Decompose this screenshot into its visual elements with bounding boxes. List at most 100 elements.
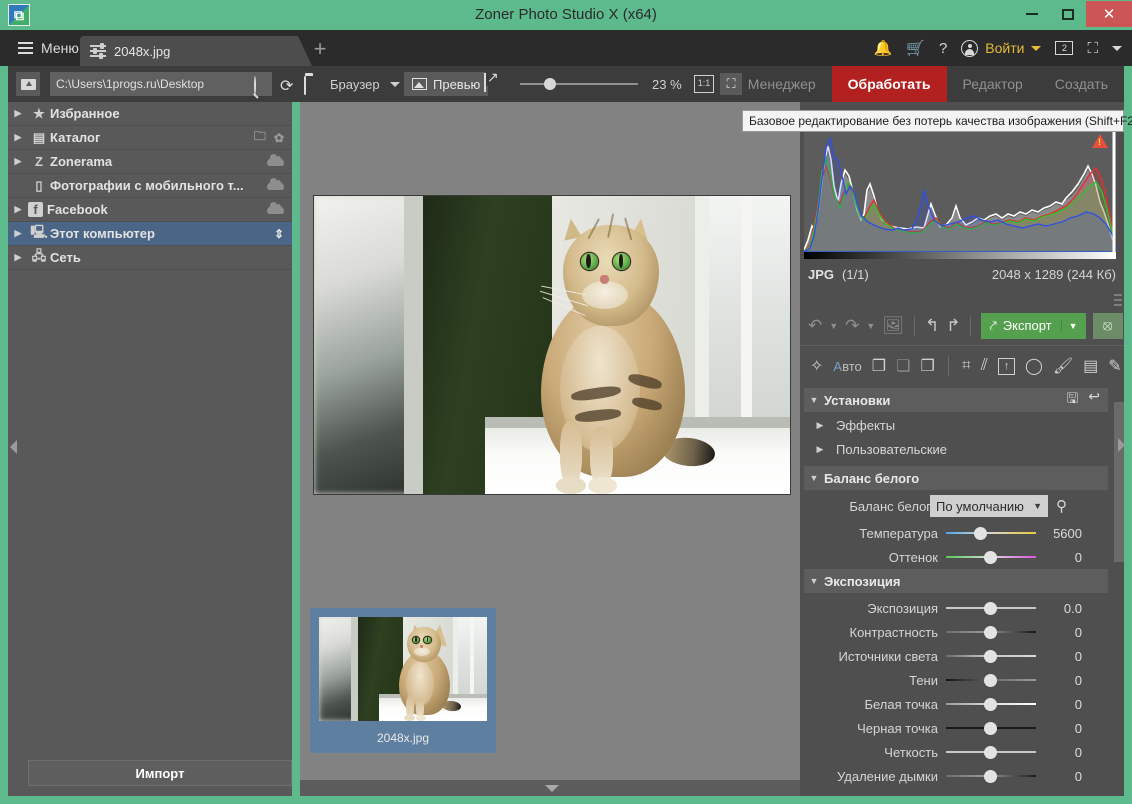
section-header-exposure[interactable]: ▼ Экспозиция <box>804 569 1108 593</box>
preset-group-effects[interactable]: ▶ Эффекты <box>804 413 1108 437</box>
slider-contrast[interactable]: Контрастность 0 <box>804 620 1108 644</box>
panel-scroll-handle[interactable] <box>1114 294 1122 414</box>
cart-icon[interactable]: 🛒 <box>906 39 925 57</box>
sort-updown-icon[interactable]: ⇕ <box>274 227 284 241</box>
redo-dropdown-icon[interactable]: ▼ <box>866 321 875 331</box>
white-balance-select[interactable]: По умолчанию ▼ <box>930 495 1048 517</box>
sidebar-item-network[interactable]: ▶ 🖧 Сеть <box>8 246 292 270</box>
sidebar-item-zonerama[interactable]: ▶ Z Zonerama <box>8 150 292 174</box>
slider-knob[interactable] <box>984 626 997 639</box>
close-button[interactable]: ✕ <box>1086 1 1132 27</box>
slider-knob[interactable] <box>984 650 997 663</box>
zoom-slider[interactable] <box>520 78 638 90</box>
fullscreen-chevron-icon[interactable] <box>1112 45 1122 51</box>
slider-knob[interactable] <box>984 602 997 615</box>
browser-dropdown[interactable]: Браузер <box>330 66 400 102</box>
slider-temperature[interactable]: Температура 5600 <box>804 521 1108 545</box>
rotate-left-icon[interactable]: ↰ <box>925 316 939 336</box>
add-folder-icon[interactable]: 🗀 <box>254 127 266 148</box>
collapse-left-panel-handle[interactable] <box>10 440 20 454</box>
tab-2048x-jpg[interactable]: 2048x.jpg <box>80 36 312 66</box>
slider-knob[interactable] <box>974 527 987 540</box>
eyedropper-icon[interactable]: ⚲ <box>1056 497 1067 515</box>
slider-tint[interactable]: Оттенок 0 <box>804 545 1108 569</box>
slider-track[interactable] <box>946 764 1036 788</box>
slider-track[interactable] <box>946 596 1036 620</box>
preview-button[interactable]: Превью <box>404 72 489 96</box>
revert-icon[interactable]: ↩ <box>1088 388 1100 412</box>
ellipse-icon[interactable]: ◯ <box>1025 356 1043 376</box>
slider-lights[interactable]: Источники света 0 <box>804 644 1108 668</box>
slider-track[interactable] <box>946 692 1036 716</box>
search-button[interactable] <box>254 76 268 95</box>
open-folder-button[interactable] <box>304 76 322 95</box>
compare-image-icon[interactable]: 🖼 <box>882 316 904 336</box>
maximize-button[interactable] <box>1050 1 1086 27</box>
bell-icon[interactable]: 🔔 <box>874 39 893 57</box>
mode-manager[interactable]: Менеджер <box>732 66 832 102</box>
expand-arrow-icon[interactable]: ▶ <box>8 252 28 263</box>
zoom-1to1-button[interactable]: 1:1 <box>694 75 714 93</box>
crop-icon[interactable]: ⌗ <box>962 357 971 375</box>
open-external-button[interactable] <box>484 73 504 94</box>
menu-button[interactable]: Меню <box>8 30 89 66</box>
undo-button[interactable]: ↶ <box>808 316 822 336</box>
minimize-button[interactable] <box>1014 1 1050 27</box>
slider-knob[interactable] <box>984 722 997 735</box>
slider-track[interactable] <box>946 668 1036 692</box>
slider-knob[interactable] <box>984 698 997 711</box>
slider-track[interactable] <box>946 620 1036 644</box>
slider-knob[interactable] <box>984 674 997 687</box>
go-up-button[interactable] <box>16 72 40 96</box>
mode-create[interactable]: Создать <box>1039 66 1124 102</box>
slider-knob[interactable] <box>984 551 997 564</box>
gradient-icon[interactable]: ▤ <box>1083 356 1098 376</box>
section-header-white-balance[interactable]: ▼ Баланс белого <box>804 466 1108 490</box>
expand-arrow-icon[interactable]: ▶ <box>8 156 28 167</box>
slider-exposure[interactable]: Экспозиция 0.0 <box>804 596 1108 620</box>
save-icon[interactable]: 🖫 <box>1066 388 1078 412</box>
filmstrip-expand-bar[interactable] <box>300 780 800 796</box>
paste-icon[interactable]: ❏ <box>896 356 910 376</box>
expand-arrow-icon[interactable]: ▶ <box>8 228 28 239</box>
slider-track[interactable] <box>946 644 1036 668</box>
slider-shadows[interactable]: Тени 0 <box>804 668 1108 692</box>
copy-icon[interactable]: ❐ <box>872 356 886 376</box>
expand-arrow-icon[interactable]: ▶ <box>8 204 28 215</box>
export-dropdown-icon[interactable]: ▼ <box>1060 320 1078 331</box>
screens-icon[interactable]: 2 <box>1055 41 1074 55</box>
slider-track[interactable] <box>946 740 1036 764</box>
magic-wand-icon[interactable]: ✧ <box>810 356 823 376</box>
slider-knob[interactable] <box>984 746 997 759</box>
expand-arrow-icon[interactable]: ▶ <box>8 108 28 119</box>
signin-button[interactable]: Войти <box>961 39 1042 57</box>
slider-clarity[interactable]: Четкость 0 <box>804 740 1108 764</box>
filmstrip-item[interactable]: 2048x.jpg <box>310 608 496 753</box>
perspective-icon[interactable]: ↑ <box>997 357 1015 375</box>
slider-track[interactable] <box>946 521 1036 545</box>
preset-group-custom[interactable]: ▶ Пользовательские <box>804 437 1108 461</box>
slider-dehaze[interactable]: Удаление дымки 0 <box>804 764 1108 788</box>
redo-button[interactable]: ↷ <box>845 316 859 336</box>
slider-black-point[interactable]: Черная точка 0 <box>804 716 1108 740</box>
zoom-slider-knob[interactable] <box>544 78 556 90</box>
rotate-right-icon[interactable]: ↱ <box>946 316 960 336</box>
help-icon[interactable]: ? <box>939 40 947 57</box>
refresh-button[interactable]: ⟳ <box>280 76 293 96</box>
sidebar-item-catalog[interactable]: ▶ ▤ Каталог 🗀 ✿ <box>8 126 292 150</box>
slider-track[interactable] <box>946 545 1036 569</box>
collapse-right-panel-handle[interactable] <box>1118 438 1128 452</box>
warning-triangle-icon[interactable] <box>1092 134 1108 148</box>
panel-scrollbar[interactable] <box>1114 402 1124 562</box>
sidebar-item-mobile-photos[interactable]: ▯ Фотографии с мобильного т... <box>8 174 292 198</box>
mode-editor[interactable]: Редактор <box>947 66 1039 102</box>
main-photo[interactable] <box>313 195 791 495</box>
copy-all-icon[interactable]: ❒ <box>920 356 934 376</box>
sidebar-item-favorites[interactable]: ▶ ★ Избранное <box>8 102 292 126</box>
slider-knob[interactable] <box>984 770 997 783</box>
slider-track[interactable] <box>946 716 1036 740</box>
export-button[interactable]: ⤤ Экспорт ▼ <box>981 312 1086 339</box>
expand-arrow-icon[interactable]: ▶ <box>8 132 28 143</box>
section-header-presets[interactable]: ▼ Установки 🖫 ↩ <box>804 388 1108 412</box>
sidebar-item-facebook[interactable]: ▶ f Facebook <box>8 198 292 222</box>
